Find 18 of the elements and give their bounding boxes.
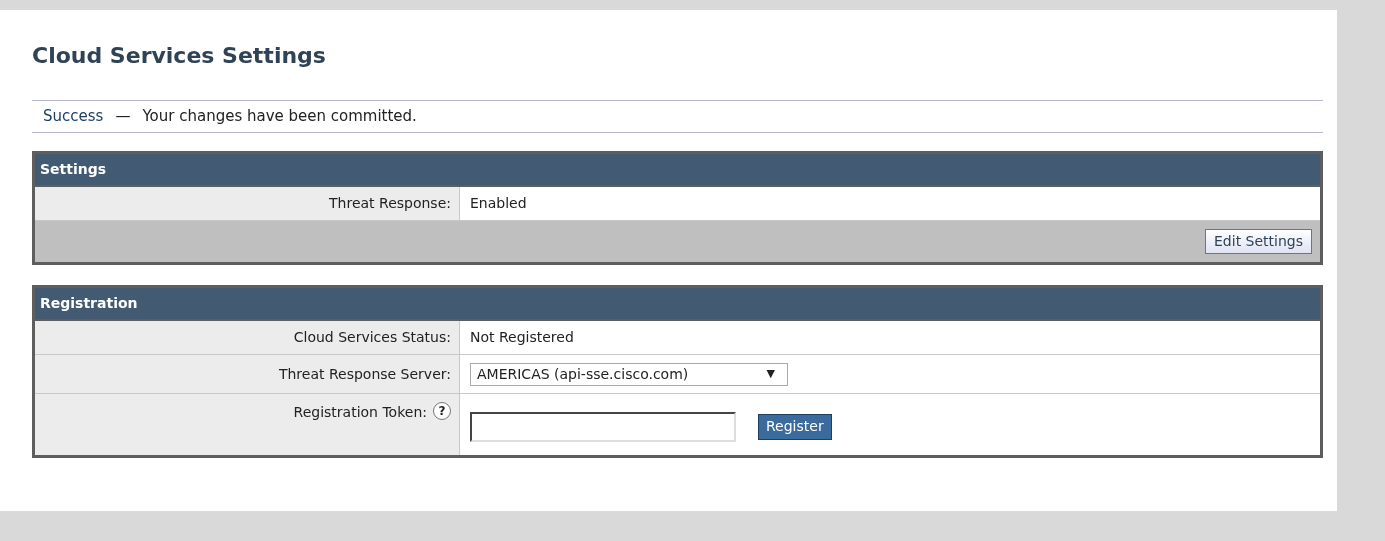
status-label: Success	[43, 106, 104, 128]
caret-icon: ▼	[766, 365, 781, 383]
edit-settings-button[interactable]: Edit Settings	[1205, 229, 1312, 254]
status-message: Your changes have been committed.	[142, 106, 417, 128]
field-value: Enabled	[470, 194, 527, 213]
field-label: Threat Response:	[329, 194, 451, 213]
token-input-field[interactable]	[470, 411, 736, 442]
field-label: Cloud Services Status:	[293, 328, 451, 347]
field-value: Not Registered	[470, 328, 574, 347]
field-label: Registration Token:	[293, 403, 427, 422]
section-header: Settings	[40, 160, 107, 179]
page-title: Cloud Services Settings	[32, 42, 327, 70]
section-header: Registration	[40, 294, 138, 313]
register-button[interactable]: Register	[758, 413, 832, 440]
help-icon[interactable]: ?	[433, 402, 451, 420]
server-dropdown[interactable]: AMERICAS (api-sse.cisco.com) ▼	[470, 362, 788, 386]
dash-separator: —	[115, 106, 131, 128]
field-label: Threat Response Server:	[278, 364, 451, 384]
